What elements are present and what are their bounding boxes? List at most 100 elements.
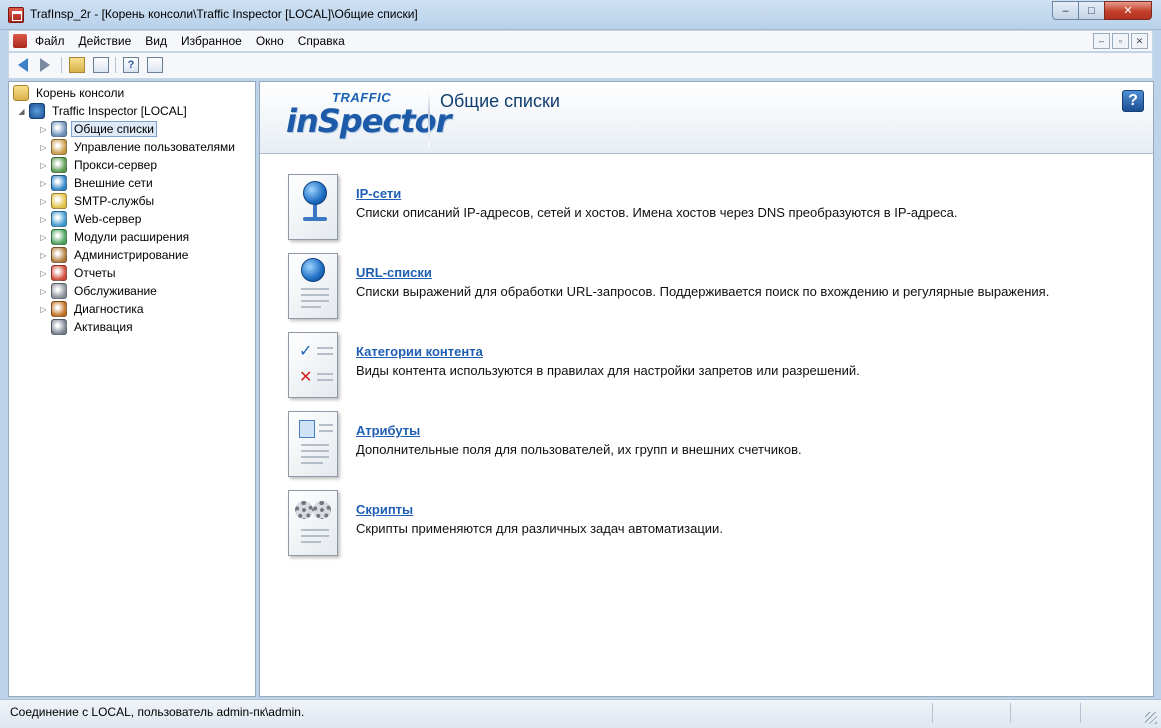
user-card-document-icon[interactable] <box>280 409 346 479</box>
menu-action[interactable]: Действие <box>79 34 132 48</box>
list-item-url-lists: URL-списки Списки выражений для обработк… <box>280 251 1140 323</box>
menu-file[interactable]: Файл <box>35 34 65 48</box>
tree-root[interactable]: Корень консоли <box>13 84 127 102</box>
collapse-icon[interactable]: ◢ <box>17 107 26 116</box>
tree-label: Отчеты <box>74 266 116 280</box>
attributes-link[interactable]: Атрибуты <box>356 423 420 438</box>
back-button[interactable] <box>13 56 33 74</box>
tree-node-icon <box>51 265 67 281</box>
tree-item[interactable]: ▷ Диагностика <box>39 300 147 318</box>
tree-label: Администрирование <box>74 248 189 262</box>
expand-icon[interactable]: ▷ <box>39 269 48 278</box>
tree-label: Модули расширения <box>74 230 190 244</box>
menu-window[interactable]: Окно <box>256 34 284 48</box>
expand-icon[interactable]: ▷ <box>39 161 48 170</box>
expand-icon[interactable]: ▷ <box>39 215 48 224</box>
checklist-document-icon[interactable]: ✓ ✕ <box>280 330 346 400</box>
tree-label: Общие списки <box>71 121 157 137</box>
up-level-button[interactable] <box>67 56 87 74</box>
cross-icon: ✕ <box>299 369 313 386</box>
tree-node-icon <box>51 283 67 299</box>
forward-button[interactable] <box>35 56 55 74</box>
network-globe-icon[interactable] <box>280 172 346 242</box>
tree-item[interactable]: ▷ Отчеты <box>39 264 118 282</box>
ip-networks-description: Списки описаний IP-адресов, сетей и хост… <box>356 205 958 220</box>
help-icon[interactable]: ? <box>1122 90 1144 112</box>
scripts-description: Скрипты применяются для различных задач … <box>356 521 723 536</box>
up-folder-icon <box>69 57 85 73</box>
tree-label: Обслуживание <box>74 284 157 298</box>
show-tree-button[interactable] <box>91 56 111 74</box>
expand-icon[interactable]: ▷ <box>39 233 48 242</box>
tree-node-icon <box>51 121 67 137</box>
tree-label: Прокси-сервер <box>74 158 157 172</box>
tree-node-icon <box>51 301 67 317</box>
logo-text: inSpector <box>286 102 451 140</box>
url-lists-link[interactable]: URL-списки <box>356 265 432 280</box>
tree-label: Диагностика <box>74 302 144 316</box>
tree-item[interactable]: ▷ Модули расширения <box>39 228 192 246</box>
minimize-button[interactable]: ‒ <box>1052 1 1079 20</box>
tree-node-icon <box>51 175 67 191</box>
scripts-link[interactable]: Скрипты <box>356 502 413 517</box>
export-list-button[interactable] <box>145 56 165 74</box>
check-icon: ✓ <box>299 343 313 360</box>
expand-icon[interactable]: ▷ <box>39 287 48 296</box>
toolbar: ? <box>8 53 1153 79</box>
menu-view[interactable]: Вид <box>145 34 167 48</box>
content-categories-link[interactable]: Категории контента <box>356 344 483 359</box>
tree-item[interactable]: ▷ SMTP-службы <box>39 192 157 210</box>
tree-item[interactable]: ▷ Прокси-сервер <box>39 156 160 174</box>
tree-label: Traffic Inspector [LOCAL] <box>52 104 187 118</box>
maximize-button[interactable]: □ <box>1078 1 1105 20</box>
tree-item[interactable]: ▷ Общие списки <box>39 120 157 138</box>
expand-icon[interactable]: ▷ <box>39 305 48 314</box>
tree-label: Корень консоли <box>36 86 125 100</box>
window-title: TrafInsp_2r - [Корень консоли\Traffic In… <box>30 7 418 21</box>
close-button[interactable]: ✕ <box>1104 1 1152 20</box>
menu-bar: Файл Действие Вид Избранное Окно Справка… <box>8 30 1153 52</box>
menu-favorites[interactable]: Избранное <box>181 34 242 48</box>
tree-label: Web-сервер <box>74 212 142 226</box>
expand-icon[interactable]: ▷ <box>39 179 48 188</box>
tree-item[interactable]: ▷ Web-сервер <box>39 210 144 228</box>
expand-icon[interactable] <box>39 323 48 332</box>
attributes-description: Дополнительные поля для пользователей, и… <box>356 442 802 457</box>
console-menu-icon[interactable] <box>13 34 27 48</box>
expand-icon[interactable]: ▷ <box>39 143 48 152</box>
tree-label: SMTP-службы <box>74 194 155 208</box>
title-bar: TrafInsp_2r - [Корень консоли\Traffic In… <box>0 0 1161 30</box>
content-header: TRAFFIC inSpector Общие списки ? <box>260 82 1153 154</box>
console-tree[interactable]: Корень консоли ◢ Traffic Inspector [LOCA… <box>8 81 256 697</box>
expand-icon[interactable]: ▷ <box>39 197 48 206</box>
app-icon[interactable] <box>8 7 24 23</box>
tree-item[interactable]: ▷ Внешние сети <box>39 174 156 192</box>
tree-item[interactable]: ▷ Обслуживание <box>39 282 160 300</box>
mdi-close-button[interactable]: ✕ <box>1131 33 1148 49</box>
mdi-restore-button[interactable]: ▫ <box>1112 33 1129 49</box>
tree-node-icon <box>51 193 67 209</box>
status-bar: Соединение с LOCAL, пользователь admin-п… <box>0 699 1161 728</box>
gears-document-icon[interactable] <box>280 488 346 558</box>
ip-networks-link[interactable]: IP-сети <box>356 186 401 201</box>
list-item-scripts: Скрипты Скрипты применяются для различны… <box>280 488 1140 560</box>
expand-icon[interactable]: ▷ <box>39 125 48 134</box>
tree-label: Управление пользователями <box>74 140 235 154</box>
shield-server-icon <box>29 103 45 119</box>
globe-document-icon[interactable] <box>280 251 346 321</box>
tree-node-icon <box>51 229 67 245</box>
mdi-minimize-button[interactable]: – <box>1093 33 1110 49</box>
resize-grip[interactable] <box>1145 712 1157 724</box>
expand-icon[interactable]: ▷ <box>39 251 48 260</box>
tree-item[interactable]: ▷ Управление пользователями <box>39 138 238 156</box>
list-item-attributes: Атрибуты Дополнительные поля для пользов… <box>280 409 1140 481</box>
tree-item[interactable]: Активация <box>39 318 136 336</box>
tree-item[interactable]: ▷ Администрирование <box>39 246 191 264</box>
help-toolbar-button[interactable]: ? <box>121 56 141 74</box>
tree-server[interactable]: ◢ Traffic Inspector [LOCAL] <box>17 102 190 120</box>
tree-label: Внешние сети <box>74 176 153 190</box>
menu-help[interactable]: Справка <box>298 34 345 48</box>
tree-node-icon <box>51 139 67 155</box>
console-tree-icon <box>93 57 109 73</box>
back-arrow-icon <box>18 58 28 72</box>
